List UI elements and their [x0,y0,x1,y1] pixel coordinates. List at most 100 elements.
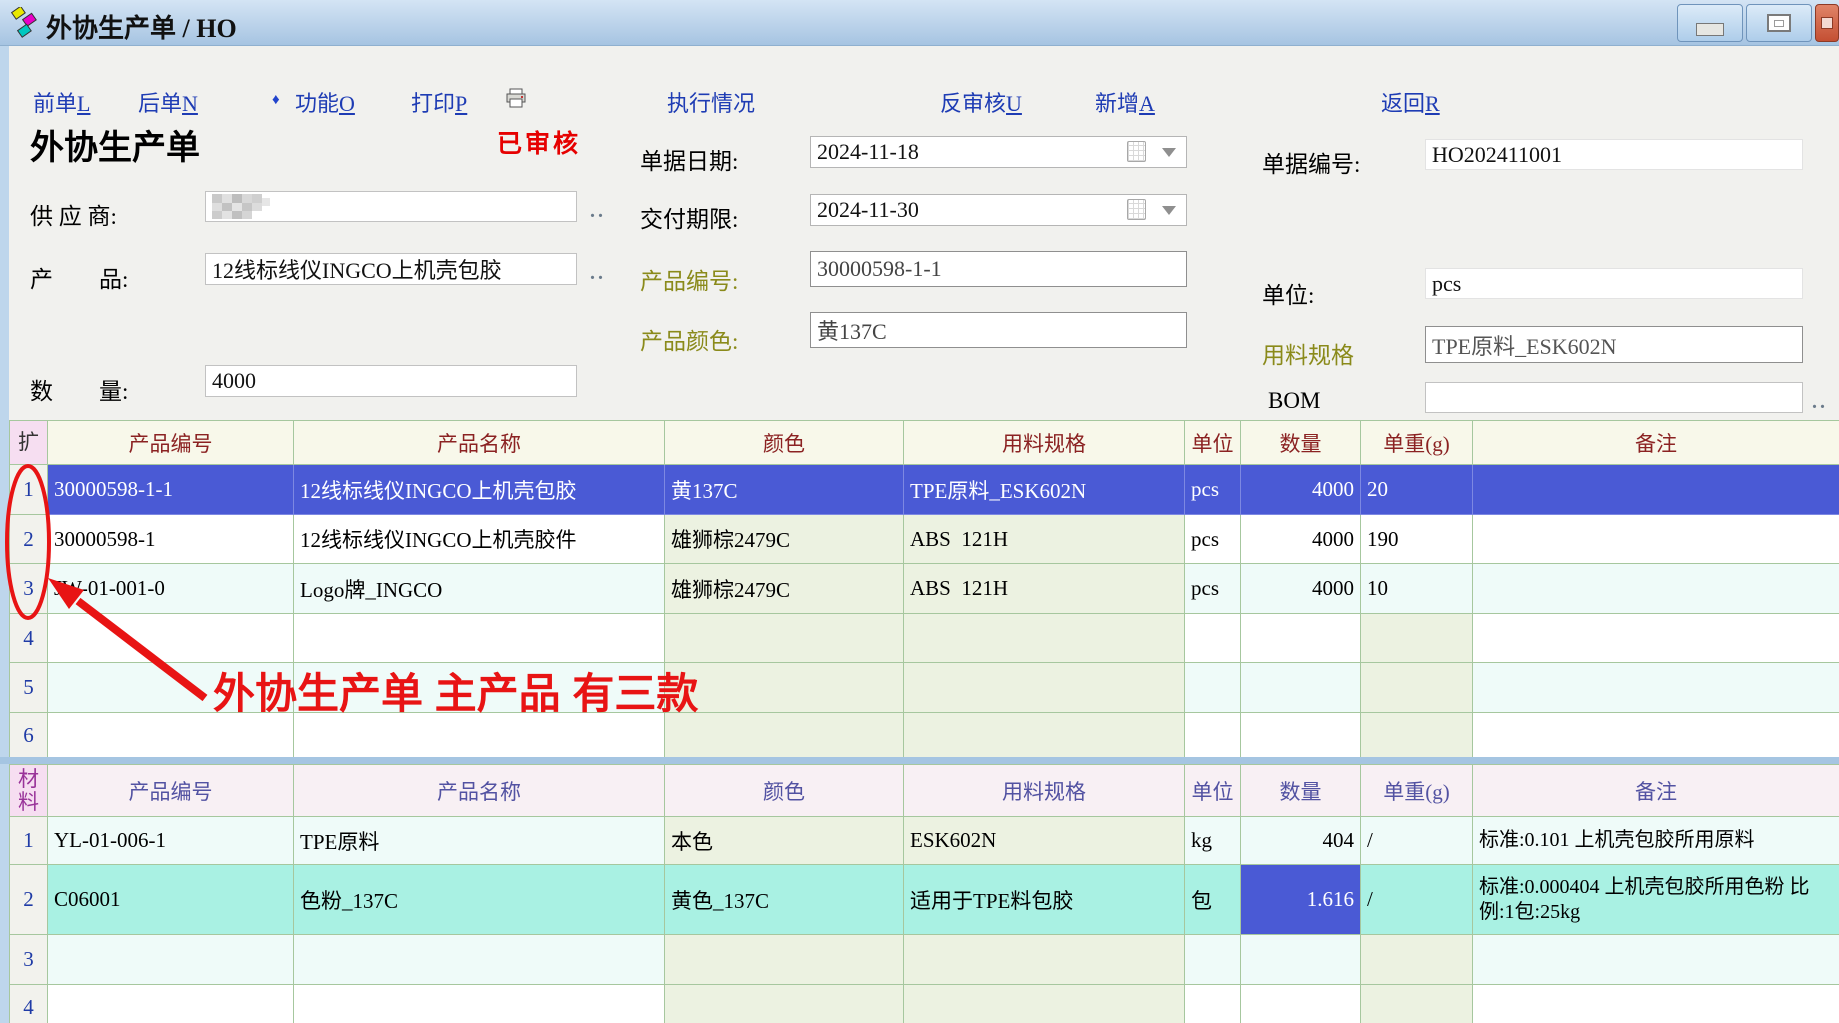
doc-date-field[interactable]: 2024-11-18 [810,136,1187,168]
maximize-button[interactable] [1746,4,1812,42]
cell[interactable]: 20 [1361,465,1473,515]
cell[interactable]: C06001 [48,865,294,935]
cell[interactable]: 黄色_137C [665,865,904,935]
cell[interactable] [1473,515,1839,564]
cell[interactable] [1473,935,1839,985]
cell[interactable]: 适用于TPE料包胶 [904,865,1185,935]
cell[interactable] [665,663,904,713]
cell[interactable]: 4000 [1241,465,1361,515]
date-dropdown-arrow-icon[interactable] [1162,148,1176,157]
cell[interactable] [1361,713,1473,759]
cell[interactable] [1473,465,1839,515]
cell[interactable] [1473,985,1839,1023]
printer-icon[interactable] [505,88,527,108]
cell[interactable] [294,935,665,985]
row-number[interactable]: 2 [10,865,48,935]
cell[interactable] [904,614,1185,663]
cell[interactable]: JW-01-001-0 [48,564,294,614]
cell[interactable] [1361,985,1473,1023]
cell[interactable] [48,713,294,759]
cell[interactable]: 1.616 [1241,865,1361,935]
cell[interactable]: 本色 [665,817,904,865]
cell[interactable] [1473,614,1839,663]
row-number[interactable]: 4 [10,985,48,1023]
deliver-deadline-field[interactable]: 2024-11-30 [810,194,1187,226]
cell[interactable] [1241,985,1361,1023]
cell[interactable] [1241,935,1361,985]
toolbar-next-order[interactable]: 后单N [138,86,198,118]
cell[interactable]: 12线标线仪INGCO上机壳包胶 [294,465,665,515]
calendar-icon[interactable] [1127,141,1146,162]
row-number[interactable]: 1 [10,817,48,865]
cell[interactable]: 色粉_137C [294,865,665,935]
cell[interactable]: TPE原料 [294,817,665,865]
row-number[interactable]: 6 [10,713,48,759]
toolbar-unapprove[interactable]: 反审核U [940,86,1022,118]
cell[interactable]: 标准:0.000404 上机壳包胶所用色粉 比例:1包:25kg [1473,865,1839,935]
cell[interactable]: / [1361,817,1473,865]
cell[interactable] [1241,713,1361,759]
cell[interactable] [665,614,904,663]
cell[interactable] [48,985,294,1023]
cell[interactable]: 190 [1361,515,1473,564]
cell[interactable]: 包 [1185,865,1241,935]
cell[interactable]: kg [1185,817,1241,865]
cell[interactable]: 4000 [1241,515,1361,564]
cell[interactable] [1241,614,1361,663]
toolbar-execution-status[interactable]: 执行情况 [667,86,755,118]
cell[interactable] [1185,935,1241,985]
cell[interactable]: YL-01-006-1 [48,817,294,865]
cell[interactable]: 12线标线仪INGCO上机壳胶件 [294,515,665,564]
row-number[interactable]: 3 [10,935,48,985]
material-spec-field[interactable]: TPE原料_ESK602N [1425,326,1803,363]
bom-browse-button[interactable]: .. [1812,391,1828,414]
cell[interactable]: pcs [1185,465,1241,515]
cell[interactable] [1361,663,1473,713]
cell[interactable] [904,985,1185,1023]
cell[interactable] [1361,614,1473,663]
cell[interactable] [665,985,904,1023]
quantity-field[interactable]: 4000 [205,365,577,397]
toolbar-prev-order[interactable]: 前单L [33,86,90,118]
cell[interactable] [1185,985,1241,1023]
cell[interactable] [294,614,665,663]
cell[interactable]: 30000598-1 [48,515,294,564]
cell[interactable]: / [1361,865,1473,935]
calendar-icon[interactable] [1127,199,1146,220]
cell[interactable]: 雄狮棕2479C [665,515,904,564]
toolbar-print[interactable]: 打印P [411,86,467,118]
cell[interactable]: pcs [1185,515,1241,564]
bom-field[interactable] [1425,382,1803,413]
cell[interactable] [1473,663,1839,713]
cell[interactable]: 404 [1241,817,1361,865]
cell[interactable] [294,663,665,713]
cell[interactable] [48,663,294,713]
cell[interactable]: 4000 [1241,564,1361,614]
cell[interactable]: ABS 121H [904,515,1185,564]
cell[interactable]: 黄137C [665,465,904,515]
cell[interactable] [48,614,294,663]
doc-no-field[interactable]: HO202411001 [1425,139,1803,170]
cell[interactable] [294,985,665,1023]
cell[interactable] [1473,564,1839,614]
product-no-field[interactable]: 30000598-1-1 [810,251,1187,287]
cell[interactable]: TPE原料_ESK602N [904,465,1185,515]
cell[interactable]: ABS 121H [904,564,1185,614]
row-number[interactable]: 2 [10,515,48,564]
cell[interactable] [1473,713,1839,759]
cell[interactable]: Logo牌_INGCO [294,564,665,614]
cell[interactable]: 30000598-1-1 [48,465,294,515]
cell[interactable] [904,713,1185,759]
cell[interactable]: pcs [1185,564,1241,614]
cell[interactable] [904,935,1185,985]
cell[interactable] [1185,614,1241,663]
row-number[interactable]: 1 [10,465,48,515]
date-dropdown-arrow-icon[interactable] [1162,206,1176,215]
cell[interactable]: 10 [1361,564,1473,614]
close-button[interactable] [1815,4,1839,42]
cell[interactable] [665,935,904,985]
supplier-field[interactable] [205,191,577,222]
cell[interactable]: 标准:0.101 上机壳包胶所用原料 [1473,817,1839,865]
cell[interactable] [1185,663,1241,713]
row-number[interactable]: 5 [10,663,48,713]
